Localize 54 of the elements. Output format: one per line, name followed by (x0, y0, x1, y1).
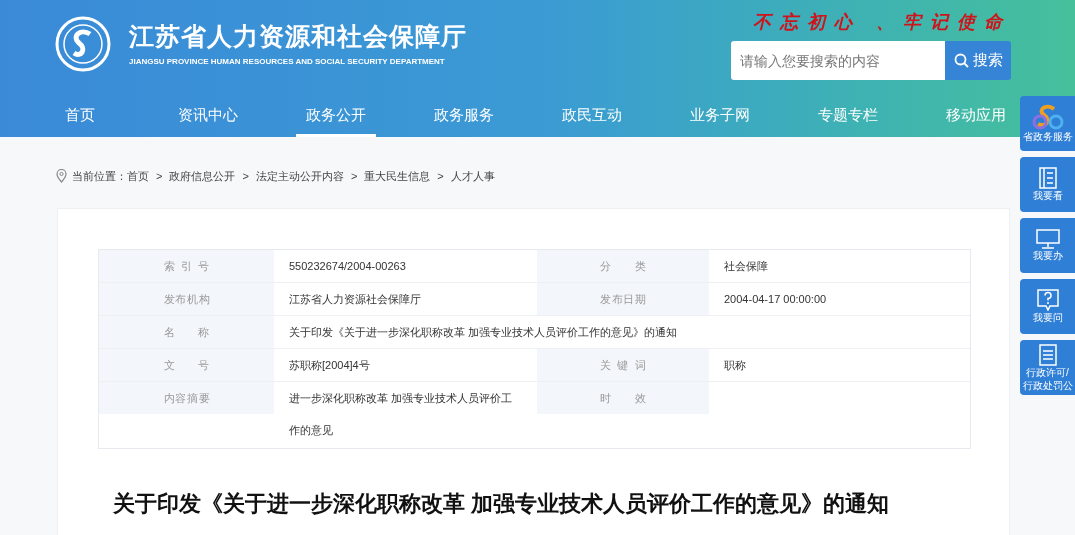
field-label: 名 称 (163, 325, 210, 340)
field-value: 550232674/2004-00263 (289, 259, 407, 274)
field-label: 时 效 (600, 391, 646, 406)
nav-tab[interactable]: 移动应用 (936, 100, 1016, 137)
side-shortcut-button[interactable]: 我要问 (1020, 279, 1075, 334)
field-value: 社会保障 (724, 259, 769, 274)
breadcrumb-separator: > (156, 168, 163, 184)
nav-tab[interactable]: 政民互动 (552, 100, 632, 137)
side-shortcut-button[interactable]: 行政许可/ 行政处罚公 (1020, 340, 1075, 395)
article-title: 关于印发《关于进一步深化职称改革 加强专业技术人员评价工作的意见》的通知 (113, 490, 891, 518)
field-label: 文 号 (163, 358, 210, 373)
breadcrumb-link[interactable]: 法定主动公开内容 (255, 167, 344, 185)
notebook-icon (1037, 167, 1058, 189)
field-value: 苏职称[2004]4号 (289, 358, 371, 373)
field-value: 江苏省人力资源社会保障厅 (289, 292, 422, 307)
field-value: 2004-04-17 00:00:00 (724, 292, 828, 307)
side-shortcut-button[interactable]: 省政务服务 (1020, 96, 1075, 151)
ring-logo-icon (1031, 104, 1064, 130)
question-bubble-icon (1036, 289, 1059, 311)
breadcrumb-link[interactable]: 政府信息公开 (169, 167, 236, 185)
nav-tab[interactable]: 首页 (55, 100, 105, 137)
nav-tab[interactable]: 政务服务 (424, 100, 504, 137)
field-label: 发布机构 (163, 292, 210, 307)
field-label: 索 引 号 (163, 259, 210, 274)
site-title: 江苏省人力资源和社会保障厅 (129, 21, 467, 52)
field-value: 职称 (724, 358, 747, 373)
breadcrumb-separator: > (350, 168, 358, 184)
location-pin-icon (56, 169, 67, 183)
search-button[interactable]: 搜索 (945, 41, 1011, 80)
document-icon (1037, 343, 1058, 366)
breadcrumb-link[interactable]: 人才人事 (450, 167, 495, 185)
nav-tab[interactable]: 专题专栏 (808, 100, 888, 137)
field-value: 关于印发《关于进一步深化职称改革 加强专业技术人员评价工作的意见》的通知 (289, 325, 679, 340)
field-label: 分 类 (600, 259, 646, 274)
breadcrumb-link[interactable]: 首页 (127, 167, 149, 185)
search-icon (953, 53, 969, 68)
breadcrumb-label: 当前位置： (72, 168, 127, 184)
nav-tab[interactable]: 资讯中心 (168, 100, 248, 137)
breadcrumb-separator: > (437, 168, 444, 184)
breadcrumb-separator: > (242, 168, 249, 184)
nav-tab[interactable]: 政务公开 (296, 100, 376, 137)
side-shortcut-button[interactable]: 我要办 (1020, 218, 1075, 273)
side-shortcut-button[interactable]: 我要看 (1020, 157, 1075, 212)
site-subtitle: JIANGSU PROVINCE HUMAN RESOURCES AND SOCIAL SECURITY DEPARTMENT (129, 56, 446, 68)
field-label: 关 键 词 (600, 358, 646, 373)
field-label: 内容摘要 (163, 391, 210, 406)
emblem-icon (55, 16, 111, 72)
monitor-icon (1035, 229, 1060, 249)
search-field[interactable]: 请输入您要搜索的内容 (731, 41, 945, 80)
nav-tab[interactable]: 业务子网 (680, 100, 760, 137)
field-label: 发布日期 (600, 292, 646, 307)
slogan: 不忘初心 、牢记使命 (752, 10, 1011, 34)
field-value: 进一步深化职称改革 加强专业技术人员评价工作的意见 (289, 391, 514, 438)
breadcrumb-link[interactable]: 重大民生信息 (364, 167, 431, 185)
